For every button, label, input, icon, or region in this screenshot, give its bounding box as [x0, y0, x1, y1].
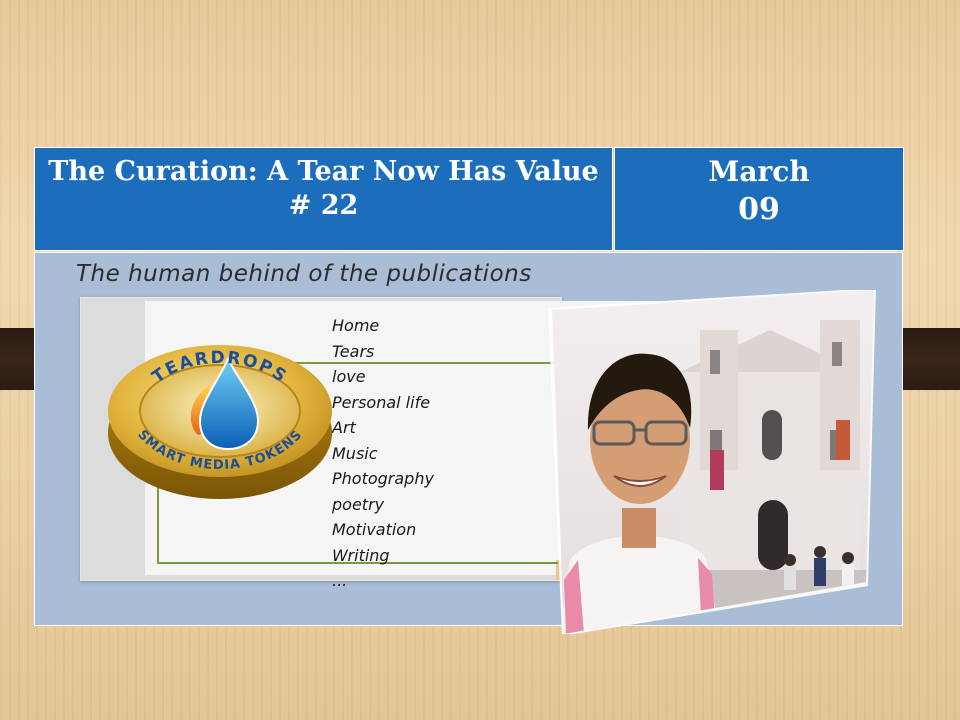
date-cell: March 09: [614, 147, 904, 251]
issue-number: # 22: [288, 190, 359, 221]
subtitle: The human behind of the publications: [76, 261, 532, 287]
menu-item-more[interactable]: ...: [332, 568, 434, 594]
menu-item-photography[interactable]: Photography: [332, 466, 434, 492]
profile-photo: [548, 290, 876, 634]
church-door: [758, 500, 788, 570]
menu-item-home[interactable]: Home: [332, 313, 434, 339]
menu-item-personal-life[interactable]: Personal life: [332, 390, 434, 416]
person-shirt: [560, 535, 720, 634]
teardrops-logo: TEARDROPS SMART MEDIA TOKENS: [108, 345, 332, 499]
menu-item-music[interactable]: Music: [332, 441, 434, 467]
date-month: March: [708, 155, 810, 188]
menu-item-love[interactable]: love: [332, 364, 434, 390]
site-menu: Home Tears love Personal life Art Music …: [332, 313, 434, 594]
menu-item-motivation[interactable]: Motivation: [332, 517, 434, 543]
date-day: 09: [738, 192, 780, 227]
menu-item-poetry[interactable]: poetry: [332, 492, 434, 518]
title-cell: The Curation: A Tear Now Has Value # 22: [34, 147, 613, 251]
menu-item-writing[interactable]: Writing: [332, 543, 434, 569]
page-title: The Curation: A Tear Now Has Value: [48, 156, 599, 187]
menu-item-art[interactable]: Art: [332, 415, 434, 441]
menu-item-tears[interactable]: Tears: [332, 339, 434, 365]
